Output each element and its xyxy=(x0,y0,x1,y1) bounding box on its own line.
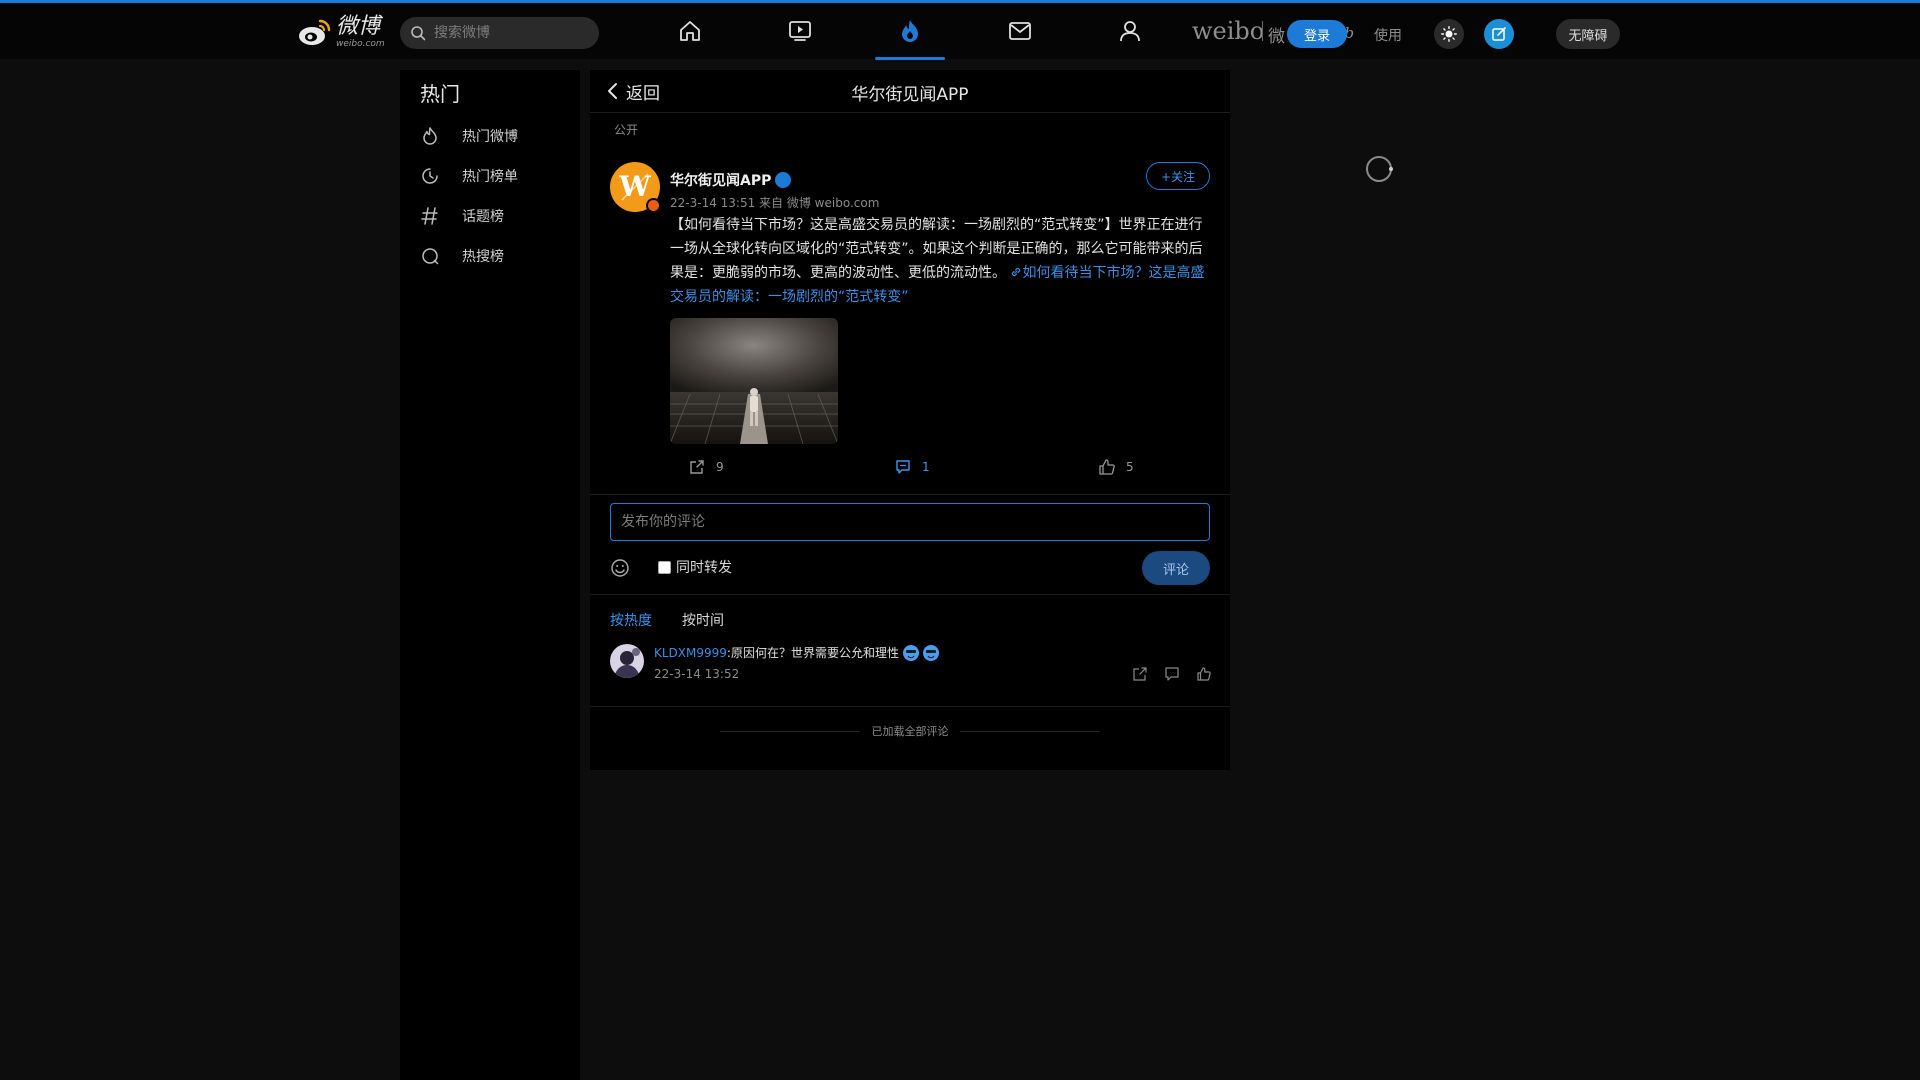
author-name-text: 华尔街见闻APP xyxy=(670,173,772,189)
login-button[interactable]: 登录 xyxy=(1287,20,1347,48)
like-count: 5 xyxy=(1126,460,1134,474)
follow-button[interactable]: +关注 xyxy=(1146,162,1210,190)
post-header: 返回 华尔街见闻APP xyxy=(590,70,1230,113)
nav-profile[interactable] xyxy=(1095,3,1165,59)
emoji-icon xyxy=(902,644,919,661)
mail-icon xyxy=(1009,22,1031,40)
hashtag-icon xyxy=(421,207,438,225)
submit-comment-button[interactable]: 评论 xyxy=(1142,551,1210,585)
accessibility-button[interactable]: 无障碍 xyxy=(1556,19,1620,49)
post-detail-panel: 返回 华尔街见闻APP 公开 W 华尔街见闻APP 22-3-14 13:51 … xyxy=(590,70,1230,770)
brand-suffix-text: 使用 xyxy=(1374,28,1402,44)
comment-icon xyxy=(896,460,910,474)
flame-icon xyxy=(902,20,918,42)
post-content: 【如何看待当下市场？这是高盛交易员的解读：一场剧烈的“范式转变”】世界正在进行一… xyxy=(670,213,1210,309)
search-input[interactable] xyxy=(434,25,584,41)
left-sidebar: 热门 热门微博 热门榜单 话题榜 热搜榜 xyxy=(400,70,580,1080)
commenter-name[interactable]: KLDXM9999 xyxy=(654,646,727,660)
nav-video[interactable] xyxy=(765,3,835,59)
weibo-logo[interactable]: 微博 weibo.com xyxy=(298,15,385,49)
sidebar-title: 热门 xyxy=(420,82,460,106)
loading-spinner-icon xyxy=(1365,155,1393,183)
comment-item: KLDXM9999 :原因何在？世界需要公允和理性 xyxy=(654,644,939,661)
home-icon xyxy=(680,21,700,41)
vip-icon xyxy=(775,172,792,188)
thumbs-up-icon xyxy=(1099,459,1115,475)
share-icon[interactable] xyxy=(1132,666,1148,682)
nav-hot[interactable] xyxy=(875,3,945,60)
weibo-eye-icon xyxy=(298,17,332,47)
post-image[interactable] xyxy=(670,318,838,444)
checkbox-icon[interactable] xyxy=(658,560,671,574)
logo-text: 微博 xyxy=(336,13,381,39)
theme-toggle-button[interactable] xyxy=(1434,19,1464,49)
sort-by-time-tab[interactable]: 按时间 xyxy=(682,610,724,630)
emoji-button[interactable] xyxy=(610,558,630,578)
comment-time: 22-3-14 13:52 xyxy=(654,667,740,681)
repost-button[interactable]: 9 xyxy=(688,458,724,476)
sidebar-item-label: 热门微博 xyxy=(462,129,518,145)
comment-text: :原因何在？世界需要公允和理性 xyxy=(726,646,899,660)
smiley-icon xyxy=(611,559,629,577)
repost-checkbox[interactable]: 同时转发 xyxy=(658,557,732,577)
sidebar-item-label: 热门榜单 xyxy=(462,169,518,185)
top-navigation-bar: 微博 weibo.com weibo 微 weib 使用 登录 无障碍 xyxy=(0,0,1920,60)
user-icon xyxy=(1120,21,1140,42)
commenter-avatar[interactable] xyxy=(610,644,644,678)
sidebar-item-label: 话题榜 xyxy=(462,209,504,225)
link-icon xyxy=(1012,267,1021,277)
compose-button[interactable] xyxy=(1484,19,1514,49)
visibility-label: 公开 xyxy=(614,123,639,137)
comment-button[interactable]: 1 xyxy=(894,458,930,476)
nav-home[interactable] xyxy=(655,3,725,59)
compose-icon xyxy=(1492,27,1506,41)
share-icon xyxy=(690,460,704,474)
brand-cn-text: 微 xyxy=(1268,27,1285,47)
sun-icon xyxy=(1441,26,1457,42)
comment-input[interactable] xyxy=(610,503,1210,541)
sidebar-item-label: 热搜榜 xyxy=(462,249,504,265)
repost-count: 9 xyxy=(716,460,724,474)
search-circle-icon xyxy=(422,248,439,265)
nav-messages[interactable] xyxy=(985,3,1055,59)
clock-icon xyxy=(422,168,438,184)
search-icon xyxy=(411,26,426,41)
all-comments-loaded-label: 已加载全部评论 xyxy=(590,723,1230,739)
repost-checkbox-label: 同时转发 xyxy=(676,560,732,576)
flame-icon xyxy=(423,127,437,145)
search-box[interactable] xyxy=(400,17,599,49)
divider xyxy=(590,594,1230,595)
divider xyxy=(590,706,1230,707)
emoji-icon xyxy=(922,644,939,661)
post-meta: 22-3-14 13:51 来自 微博 weibo.com xyxy=(670,196,880,210)
author-name[interactable]: 华尔街见闻APP xyxy=(670,170,792,190)
sidebar-item-topics[interactable]: 话题榜 xyxy=(420,200,570,232)
thumbs-up-icon[interactable] xyxy=(1196,666,1212,682)
divider xyxy=(590,494,1230,495)
sidebar-item-hot-list[interactable]: 热门榜单 xyxy=(420,160,570,192)
comment-icon[interactable] xyxy=(1164,666,1180,682)
logo-url: weibo.com xyxy=(336,38,385,49)
verified-badge-icon xyxy=(646,198,661,213)
page-title: 华尔街见闻APP xyxy=(851,85,969,105)
sidebar-item-hot-weibo[interactable]: 热门微博 xyxy=(420,120,570,152)
comment-count: 1 xyxy=(922,460,930,474)
like-button[interactable]: 5 xyxy=(1098,458,1134,476)
weibo-brand-text: weibo xyxy=(1192,17,1265,45)
video-icon xyxy=(789,21,811,41)
sort-by-hot-tab[interactable]: 按热度 xyxy=(610,610,652,630)
brand-divider xyxy=(1262,21,1263,41)
post-actions: 9 1 5 xyxy=(670,458,1210,482)
sidebar-item-hot-search[interactable]: 热搜榜 xyxy=(420,240,570,272)
